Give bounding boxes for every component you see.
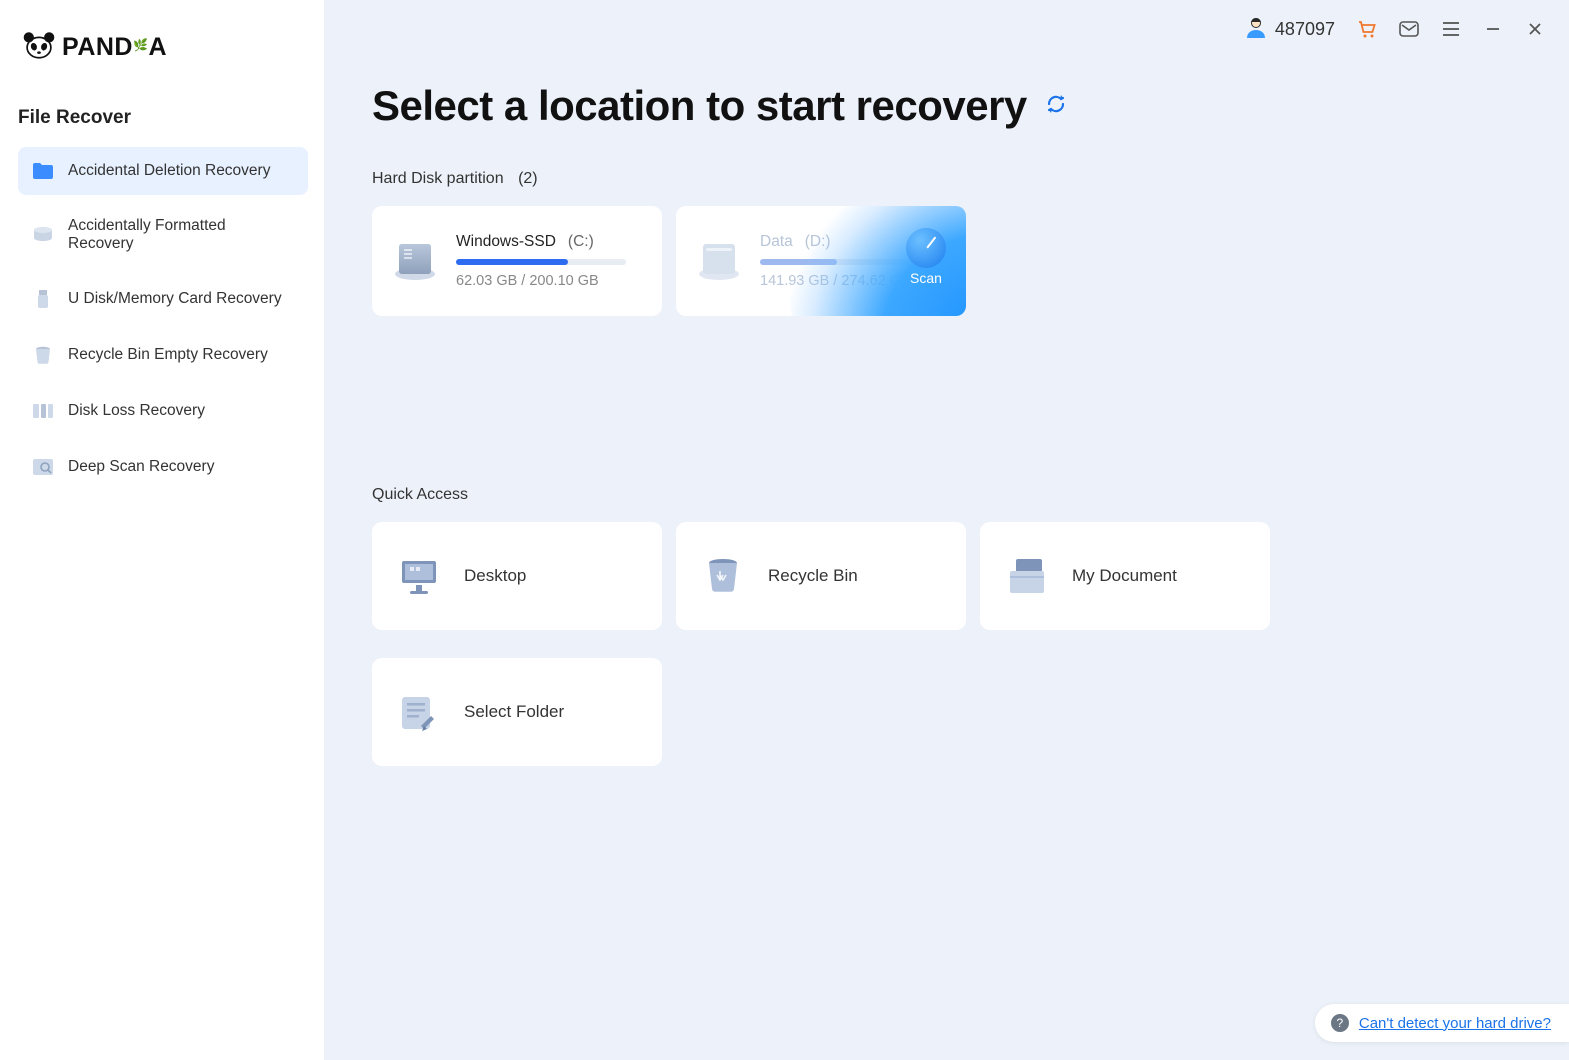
sidebar-item-disk-loss[interactable]: Disk Loss Recovery bbox=[18, 387, 308, 435]
partition-card-c[interactable]: Windows-SSD (C:) 62.03 GB / 200.10 GB bbox=[372, 206, 662, 316]
partitions-header: Hard Disk partition (2) bbox=[372, 170, 1521, 188]
gauge-icon bbox=[906, 228, 946, 268]
app-logo: PAND🌿A bbox=[0, 20, 324, 93]
minimize-icon[interactable] bbox=[1483, 19, 1503, 39]
quick-label: Recycle Bin bbox=[768, 566, 858, 586]
sidebar-item-formatted[interactable]: Accidentally Formatted Recovery bbox=[18, 203, 308, 267]
help-chip[interactable]: ? Can't detect your hard drive? bbox=[1315, 1004, 1569, 1042]
partition-body: Windows-SSD (C:) 62.03 GB / 200.10 GB bbox=[456, 233, 642, 289]
cart-icon[interactable] bbox=[1357, 19, 1377, 39]
sidebar-item-label: U Disk/Memory Card Recovery bbox=[68, 290, 282, 308]
disk-loss-icon bbox=[32, 401, 54, 421]
partitions-label: Hard Disk partition bbox=[372, 170, 504, 187]
quick-select-folder[interactable]: Select Folder bbox=[372, 658, 662, 766]
page-title: Select a location to start recovery bbox=[372, 82, 1027, 130]
scan-button[interactable]: Scan bbox=[906, 228, 946, 286]
quick-label: Select Folder bbox=[464, 702, 564, 722]
user-id: 487097 bbox=[1275, 19, 1335, 40]
partitions-count: (2) bbox=[518, 170, 538, 187]
panda-logo-icon bbox=[22, 30, 56, 65]
close-icon[interactable] bbox=[1525, 19, 1545, 39]
page-title-row: Select a location to start recovery bbox=[372, 82, 1521, 130]
recycle-bin-icon bbox=[700, 553, 746, 599]
usb-icon bbox=[32, 289, 54, 309]
deep-scan-icon bbox=[32, 457, 54, 477]
sidebar-title: File Recover bbox=[0, 93, 324, 147]
disk-icon bbox=[32, 225, 54, 245]
avatar-icon bbox=[1245, 16, 1267, 43]
desktop-icon bbox=[396, 553, 442, 599]
partition-cards: Windows-SSD (C:) 62.03 GB / 200.10 GB bbox=[372, 206, 1521, 316]
partition-size: 62.03 GB / 200.10 GB bbox=[456, 273, 642, 289]
sidebar-item-label: Recycle Bin Empty Recovery bbox=[68, 346, 268, 364]
sidebar-item-accidental-deletion[interactable]: Accidental Deletion Recovery bbox=[18, 147, 308, 195]
document-folder-icon bbox=[1004, 553, 1050, 599]
sidebar-nav: Accidental Deletion Recovery Accidentall… bbox=[0, 147, 324, 499]
sidebar-item-label: Accidental Deletion Recovery bbox=[68, 162, 270, 180]
folder-icon bbox=[32, 161, 54, 181]
hdd-icon bbox=[696, 238, 742, 284]
sidebar-item-label: Disk Loss Recovery bbox=[68, 402, 205, 420]
sidebar: PAND🌿A File Recover Accidental Deletion … bbox=[0, 0, 324, 1060]
sidebar-item-recycle-bin[interactable]: Recycle Bin Empty Recovery bbox=[18, 331, 308, 379]
menu-icon[interactable] bbox=[1441, 19, 1461, 39]
help-link[interactable]: Can't detect your hard drive? bbox=[1359, 1015, 1551, 1032]
user-info[interactable]: 487097 bbox=[1245, 16, 1335, 43]
scan-label: Scan bbox=[910, 270, 942, 286]
content: Select a location to start recovery Hard… bbox=[324, 58, 1569, 1060]
quick-my-document[interactable]: My Document bbox=[980, 522, 1270, 630]
quick-access-cards: Desktop Recycle Bin My Document bbox=[372, 522, 1521, 766]
quick-access-section: Quick Access Desktop Recycle Bin bbox=[372, 486, 1521, 766]
trash-icon bbox=[32, 345, 54, 365]
refresh-icon[interactable] bbox=[1045, 93, 1067, 120]
partition-name: Windows-SSD bbox=[456, 233, 556, 251]
mail-icon[interactable] bbox=[1399, 19, 1419, 39]
sidebar-item-label: Deep Scan Recovery bbox=[68, 458, 214, 476]
quick-label: My Document bbox=[1072, 566, 1177, 586]
quick-recycle-bin[interactable]: Recycle Bin bbox=[676, 522, 966, 630]
partition-card-d[interactable]: Data (D:) 141.93 GB / 274.62 GB Scan bbox=[676, 206, 966, 316]
hdd-icon bbox=[392, 238, 438, 284]
quick-access-label: Quick Access bbox=[372, 486, 1521, 504]
app-logo-text: PAND🌿A bbox=[62, 33, 167, 62]
partition-letter: (C:) bbox=[568, 233, 594, 251]
main-area: 487097 Select a location to start recove… bbox=[324, 0, 1569, 1060]
sidebar-item-usb[interactable]: U Disk/Memory Card Recovery bbox=[18, 275, 308, 323]
quick-desktop[interactable]: Desktop bbox=[372, 522, 662, 630]
quick-label: Desktop bbox=[464, 566, 526, 586]
usage-bar bbox=[456, 259, 626, 265]
select-folder-icon bbox=[396, 689, 442, 735]
sidebar-item-label: Accidentally Formatted Recovery bbox=[68, 217, 294, 253]
help-icon: ? bbox=[1331, 1014, 1349, 1032]
sidebar-item-deep-scan[interactable]: Deep Scan Recovery bbox=[18, 443, 308, 491]
topbar: 487097 bbox=[324, 0, 1569, 58]
